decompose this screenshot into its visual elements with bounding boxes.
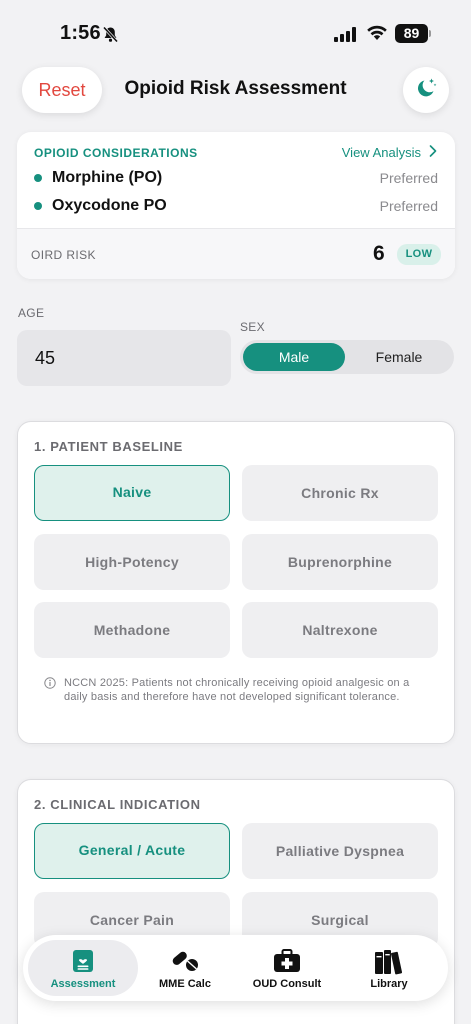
section-title: 1. PATIENT BASELINE	[34, 439, 183, 454]
theme-toggle-button[interactable]	[403, 67, 449, 113]
oird-risk-bar: OIRD RISK 6 LOW	[17, 228, 455, 279]
sex-segmented-control: Male Female	[240, 340, 454, 374]
baseline-option-chronic-rx[interactable]: Chronic Rx	[242, 465, 438, 521]
status-bar: 1:56 89	[0, 0, 471, 60]
medical-bag-icon	[232, 949, 342, 973]
tab-mme-calc[interactable]: MME Calc	[130, 940, 240, 996]
drug-status: Preferred	[379, 170, 438, 186]
view-analysis-link[interactable]: View Analysis	[342, 145, 437, 160]
drug-row: Oxycodone PO Preferred	[34, 195, 438, 217]
drug-status: Preferred	[379, 198, 438, 214]
wifi-icon	[366, 24, 388, 46]
tab-library[interactable]: Library	[334, 940, 444, 996]
view-analysis-label: View Analysis	[341, 145, 421, 160]
indication-option-general-acute[interactable]: General / Acute	[34, 823, 230, 879]
drug-dot	[34, 202, 42, 210]
drug-dot	[34, 174, 42, 182]
tab-oud-consult[interactable]: OUD Consult	[232, 940, 342, 996]
baseline-note-text: NCCN 2025: Patients not chronically rece…	[64, 677, 410, 703]
bell-slash-icon	[102, 26, 119, 48]
indication-option-palliative-dyspnea[interactable]: Palliative Dyspnea	[242, 823, 438, 879]
sex-label: SEX	[240, 320, 265, 334]
considerations-card: OPIOID CONSIDERATIONS View Analysis Morp…	[17, 132, 455, 279]
page-title: Opioid Risk Assessment	[124, 78, 347, 99]
moon-sparkle-icon	[414, 76, 438, 105]
books-icon	[334, 949, 444, 975]
baseline-option-high-potency[interactable]: High-Potency	[34, 534, 230, 590]
section-title: 2. CLINICAL INDICATION	[34, 797, 201, 812]
tab-label: OUD Consult	[252, 978, 322, 990]
sex-option-female[interactable]: Female	[347, 343, 451, 371]
status-time: 1:56	[60, 22, 101, 44]
patient-baseline-section: 1. PATIENT BASELINE Naive Chronic Rx Hig…	[17, 421, 455, 744]
signal-icon	[334, 27, 356, 42]
drug-name: Morphine (PO)	[52, 169, 163, 186]
oird-risk-score: 6	[373, 242, 385, 265]
info-icon	[44, 676, 56, 704]
baseline-option-naltrexone[interactable]: Naltrexone	[242, 602, 438, 658]
baseline-option-naive[interactable]: Naive	[34, 465, 230, 521]
drug-name: Oxycodone PO	[52, 197, 167, 214]
tab-bar: Assessment MME Calc OUD Consult Library	[23, 935, 448, 1001]
oird-risk-label: OIRD RISK	[31, 248, 96, 262]
baseline-note: NCCN 2025: Patients not chronically rece…	[44, 676, 434, 704]
tab-label: Library	[370, 978, 408, 990]
drug-row: Morphine (PO) Preferred	[34, 167, 438, 189]
considerations-heading: OPIOID CONSIDERATIONS	[34, 146, 198, 160]
battery-indicator: 89	[395, 24, 428, 43]
pills-icon	[130, 949, 240, 973]
oird-risk-badge: LOW	[397, 244, 441, 265]
tab-assessment[interactable]: Assessment	[28, 940, 138, 996]
baseline-option-buprenorphine[interactable]: Buprenorphine	[242, 534, 438, 590]
chevron-right-icon	[429, 145, 437, 160]
age-input[interactable]: 45	[17, 330, 231, 386]
tab-label: Assessment	[50, 978, 116, 990]
age-label: AGE	[18, 306, 45, 320]
baseline-option-methadone[interactable]: Methadone	[34, 602, 230, 658]
battery-tip	[429, 30, 431, 37]
clipboard-heart-icon	[28, 949, 138, 973]
tab-label: MME Calc	[159, 978, 211, 990]
sex-option-male[interactable]: Male	[243, 343, 345, 371]
